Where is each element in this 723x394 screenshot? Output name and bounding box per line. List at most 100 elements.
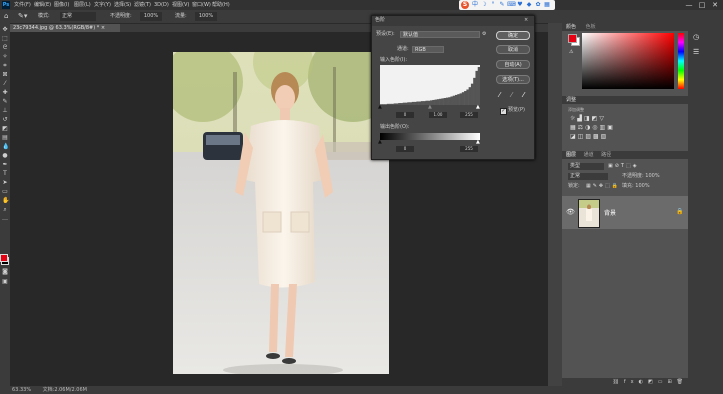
frame-tool-icon[interactable]: ⊠	[2, 72, 8, 78]
ime-toolbar[interactable]: S 中 ☽ ° ✎ ⌨ ♥ ◆ ✿ ▦	[459, 0, 555, 10]
lock-icons[interactable]: ▦✎✥⬚🔒	[586, 183, 620, 189]
magic-wand-tool-icon[interactable]: ✧	[2, 54, 8, 60]
output-white-field[interactable]: 255	[460, 146, 478, 152]
blur-tool-icon[interactable]: 💧	[2, 144, 9, 150]
flow-input[interactable]: 100%	[195, 12, 217, 21]
swatches-tab[interactable]: 色板	[586, 24, 596, 30]
lasso-tool-icon[interactable]: ᘓ	[2, 45, 8, 51]
adjustments-panel-header[interactable]: 调整	[562, 96, 688, 104]
channels-tab[interactable]: 通道	[584, 152, 594, 158]
status-zoom[interactable]: 63.33%	[12, 387, 31, 393]
adjustment-icons-row-1[interactable]: ☼▟◨◩▽	[570, 115, 606, 122]
more-tools-icon[interactable]: …	[2, 216, 8, 222]
paths-tab[interactable]: 路径	[601, 152, 611, 158]
dodge-tool-icon[interactable]: ●	[2, 153, 8, 159]
menu-type[interactable]: 文字(Y)	[94, 1, 111, 9]
menu-layer[interactable]: 图层(L)	[74, 1, 91, 9]
ime-moon-icon[interactable]: ☽	[480, 1, 488, 9]
menu-select[interactable]: 选择(S)	[114, 1, 131, 9]
close-window-button[interactable]: ✕	[710, 1, 720, 9]
layer-filter-select[interactable]: 类型	[568, 163, 604, 170]
adjustment-icons-row-3[interactable]: ◪◫▨▩▧	[570, 133, 608, 140]
layer-visibility-eye-icon[interactable]: 👁	[566, 208, 575, 216]
eyedropper-tool-icon[interactable]: ⁄	[2, 81, 8, 87]
healing-brush-tool-icon[interactable]: ✚	[2, 90, 8, 96]
dialog-close-icon[interactable]: ×	[524, 17, 528, 24]
close-tab-icon[interactable]: ×	[101, 25, 105, 31]
menu-image[interactable]: 图像(I)	[54, 1, 69, 9]
menu-help[interactable]: 帮助(H)	[212, 1, 230, 9]
menu-view[interactable]: 视图(V)	[172, 1, 189, 9]
menu-window[interactable]: 窗口(W)	[192, 1, 211, 9]
auto-button[interactable]: 自动(A)	[496, 60, 530, 69]
output-black-slider-icon[interactable]: ▲	[378, 140, 382, 145]
minimize-button[interactable]: —	[684, 1, 694, 9]
history-panel-icon[interactable]: ◷	[693, 33, 699, 41]
ime-punct-icon[interactable]: °	[489, 1, 497, 9]
input-slider[interactable]: ▲ ▲ ▲	[378, 105, 482, 111]
dialog-titlebar[interactable]: 色阶 ×	[372, 16, 534, 26]
ime-flower-icon[interactable]: ✿	[534, 1, 542, 9]
path-selection-tool-icon[interactable]: ➤	[2, 180, 8, 186]
screen-mode-icon[interactable]: ▣	[2, 279, 8, 285]
layer-filter-icons[interactable]: ▣⊘T⬚◈	[608, 163, 639, 169]
color-picker-field[interactable]	[582, 33, 674, 89]
mode-select[interactable]: 正常	[60, 12, 96, 21]
shape-tool-icon[interactable]: ▭	[2, 189, 8, 195]
hue-slider[interactable]	[678, 33, 684, 89]
zoom-tool-icon[interactable]: ⌕	[2, 207, 8, 213]
ime-mic-icon[interactable]: ✎	[498, 1, 506, 9]
color-tab[interactable]: 颜色	[566, 24, 576, 30]
input-black-slider-icon[interactable]: ▲	[378, 105, 382, 110]
menu-filter[interactable]: 滤镜(T)	[134, 1, 151, 9]
hand-tool-icon[interactable]: ✋	[2, 198, 9, 204]
gradient-tool-icon[interactable]: ▤	[2, 135, 8, 141]
document-photo[interactable]	[173, 52, 389, 374]
preset-select[interactable]: 默认值	[400, 31, 480, 38]
brush-preset-icon[interactable]: ✎▾	[18, 12, 32, 21]
opacity-input[interactable]: 100%	[140, 12, 162, 21]
input-white-field[interactable]: 255	[460, 112, 478, 118]
output-white-slider-icon[interactable]: ▲	[476, 140, 480, 145]
type-tool-icon[interactable]: T	[2, 171, 8, 177]
gray-point-eyedropper-icon[interactable]: ⁄	[511, 92, 512, 99]
ok-button[interactable]: 确定	[496, 31, 530, 40]
input-black-field[interactable]: 0	[396, 112, 414, 118]
ime-grid-icon[interactable]: ▦	[543, 1, 551, 9]
menu-file[interactable]: 文件(F)	[14, 1, 31, 9]
white-point-eyedropper-icon[interactable]: ⁄	[523, 92, 524, 99]
history-brush-tool-icon[interactable]: ↺	[2, 117, 8, 123]
output-black-field[interactable]: 0	[396, 146, 414, 152]
channel-select[interactable]: RGB	[412, 46, 444, 53]
clone-stamp-tool-icon[interactable]: ⊥	[2, 108, 8, 114]
input-white-slider-icon[interactable]: ▲	[476, 105, 480, 110]
marquee-tool-icon[interactable]: ⬚	[2, 36, 8, 42]
quick-mask-icon[interactable]: ◙	[2, 269, 8, 275]
ime-heart-icon[interactable]: ♥	[516, 1, 524, 9]
brush-tool-icon[interactable]: ✎	[2, 99, 8, 105]
foreground-color-swatch[interactable]	[0, 254, 8, 262]
options-button[interactable]: 选项(T)...	[496, 75, 530, 84]
ime-language-icon[interactable]: 中	[471, 1, 479, 9]
input-gamma-field[interactable]: 1.00	[429, 112, 447, 118]
layer-opacity-label[interactable]: 不透明度: 100%	[622, 173, 660, 180]
pen-tool-icon[interactable]: ✒	[2, 162, 8, 168]
layer-name[interactable]: 背景	[604, 208, 616, 217]
color-panel-foreground-swatch[interactable]	[568, 34, 577, 43]
document-tab[interactable]: 23c79344.jpg @ 63.3%(RGB/8#) * ×	[10, 24, 120, 32]
layers-tab[interactable]: 图层	[566, 152, 576, 158]
menu-edit[interactable]: 编辑(E)	[34, 1, 51, 9]
properties-panel-icon[interactable]: ☰	[693, 48, 699, 56]
preset-gear-icon[interactable]: ⚙	[482, 31, 486, 38]
input-gamma-slider-icon[interactable]: ▲	[428, 105, 432, 110]
move-tool-icon[interactable]: ✥	[2, 27, 8, 33]
maximize-button[interactable]: □	[697, 1, 707, 9]
cancel-button[interactable]: 取消	[496, 45, 530, 54]
crop-tool-icon[interactable]: ⌗	[2, 63, 8, 69]
ime-skin-icon[interactable]: ◆	[525, 1, 533, 9]
ime-logo-icon[interactable]: S	[461, 1, 469, 9]
preview-checkbox[interactable]: ✓	[500, 108, 507, 115]
menu-3d[interactable]: 3D(D)	[154, 1, 169, 9]
home-icon[interactable]: ⌂	[4, 13, 12, 20]
eraser-tool-icon[interactable]: ◩	[2, 126, 8, 132]
